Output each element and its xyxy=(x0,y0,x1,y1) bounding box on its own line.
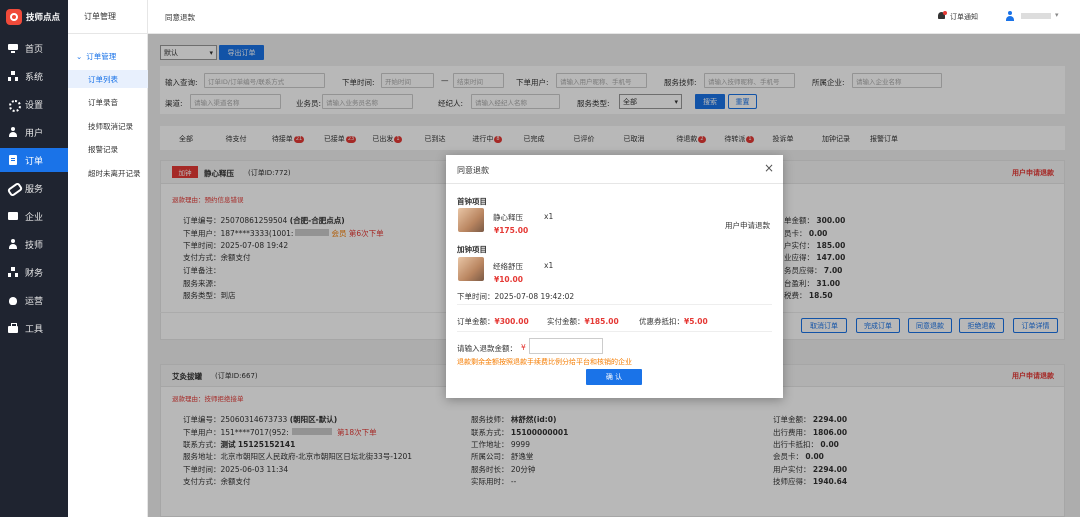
nav-item-system[interactable]: 系统 xyxy=(0,64,68,88)
fire-icon xyxy=(8,295,18,305)
user-icon[interactable] xyxy=(1005,11,1015,21)
first-item-price: ¥175.00 xyxy=(494,226,529,235)
field-label: 优惠券抵扣： xyxy=(639,317,684,326)
box-icon xyxy=(8,211,18,221)
nav-item-technician[interactable]: 技师 xyxy=(0,232,68,256)
first-item-qty: x1 xyxy=(544,212,554,221)
submenu-item-timeout-records[interactable]: 超时未离开记录 xyxy=(68,164,148,182)
extra-item-price: ¥10.00 xyxy=(494,275,523,284)
first-item-name: 静心释压 xyxy=(493,213,523,222)
nav-label: 系统 xyxy=(25,72,44,83)
field-value: ¥300.00 xyxy=(494,317,529,326)
user-icon xyxy=(8,239,18,249)
dialog-title: 同意退款 xyxy=(457,166,489,175)
nav-item-tools[interactable]: 工具 xyxy=(0,316,68,340)
order-time: 下单时间：2025-07-08 19:42:02 xyxy=(457,292,575,301)
gear-icon xyxy=(8,99,21,112)
submenu-item-order-list[interactable]: 订单列表 xyxy=(68,70,148,88)
nav-label: 用户 xyxy=(25,128,44,139)
field-value: ¥185.00 xyxy=(584,317,619,326)
nav-item-settings[interactable]: 设置 xyxy=(0,92,68,116)
nav-label: 企业 xyxy=(25,212,44,223)
service-thumbnail xyxy=(458,257,484,281)
sub-menu: 订单管理 ⌄ 订单管理 订单列表 订单录音 技师取消记录 报警记录 超时未离开记录 xyxy=(68,0,148,517)
nav-item-users[interactable]: 用户 xyxy=(0,120,68,144)
briefcase-icon xyxy=(8,323,18,333)
confirm-button[interactable]: 确 认 xyxy=(586,369,642,385)
logo-icon xyxy=(6,9,22,25)
nav-item-operations[interactable]: 运营 xyxy=(0,288,68,312)
desktop-icon xyxy=(8,43,18,53)
chevron-down-icon: ⌄ xyxy=(76,51,83,61)
nav-item-finance[interactable]: 财务 xyxy=(0,260,68,284)
nav-label: 首页 xyxy=(25,44,44,55)
field-label: 实付金额： xyxy=(547,317,585,326)
divider xyxy=(457,331,772,332)
nav-item-home[interactable]: 首页 xyxy=(0,36,68,60)
divider xyxy=(457,304,772,305)
refund-amount-input[interactable] xyxy=(529,338,603,354)
refund-hint: 退款剩余金额按照退款手续费比例分给平台和核销的企业 xyxy=(457,358,632,366)
submenu-group[interactable]: ⌄ 订单管理 xyxy=(68,47,148,65)
username[interactable] xyxy=(1021,13,1051,19)
nav-item-orders[interactable]: 订单 xyxy=(0,148,68,172)
close-icon[interactable]: × xyxy=(764,161,774,175)
refund-dialog: 同意退款 × 首钟项目 静心释压 x1 ¥175.00 用户申请退款 加钟项目 … xyxy=(446,155,783,398)
bell-icon[interactable] xyxy=(937,11,947,20)
user-icon xyxy=(8,127,18,137)
submenu-item-recordings[interactable]: 订单录音 xyxy=(68,93,148,111)
app-logo[interactable]: 技师点点 xyxy=(0,0,68,34)
field-label: 订单金额： xyxy=(457,317,495,326)
nav-label: 财务 xyxy=(25,268,44,279)
nav-item-company[interactable]: 企业 xyxy=(0,204,68,228)
nav-label: 工具 xyxy=(25,324,44,335)
submenu-item-cancel-records[interactable]: 技师取消记录 xyxy=(68,117,148,135)
currency-symbol: ¥ xyxy=(521,343,526,352)
extra-item-label: 加钟项目 xyxy=(457,245,487,254)
app-name: 技师点点 xyxy=(26,13,61,23)
nav-label: 订单 xyxy=(25,156,44,167)
extra-item-name: 经络舒压 xyxy=(493,262,523,271)
chevron-down-icon[interactable]: ▾ xyxy=(1055,11,1059,19)
service-thumbnail xyxy=(458,208,484,232)
coupon-deduction: 优惠券抵扣：¥5.00 xyxy=(639,316,708,327)
order-notification-link[interactable]: 订单通知 xyxy=(950,12,978,22)
field-value: ¥5.00 xyxy=(684,317,708,326)
nav-label: 技师 xyxy=(25,240,44,251)
extra-item-qty: x1 xyxy=(544,261,554,270)
order-total: 订单金额：¥300.00 xyxy=(457,316,529,327)
nav-label: 服务 xyxy=(25,184,44,195)
nav-label: 运营 xyxy=(25,296,44,307)
submenu-group-label: 订单管理 xyxy=(86,51,117,61)
submenu-header: 订单管理 xyxy=(68,0,148,34)
tree-icon xyxy=(8,71,18,81)
divider xyxy=(446,183,783,184)
document-icon xyxy=(8,155,18,165)
nav-label: 设置 xyxy=(25,100,44,111)
tree-icon xyxy=(8,267,18,277)
first-item-label: 首钟项目 xyxy=(457,197,487,206)
breadcrumb: 同意退款 xyxy=(165,13,195,22)
paid-amount: 实付金额：¥185.00 xyxy=(547,316,619,327)
link-icon xyxy=(8,183,18,193)
refund-request-note: 用户申请退款 xyxy=(725,221,770,230)
refund-amount-label: 请输入退款金额： xyxy=(457,344,517,353)
main-nav: 技师点点 首页 系统 设置 用户 订单 服务 企业 技师 财务 运营 工具 xyxy=(0,0,68,517)
top-bar: 同意退款 订单通知 ▾ xyxy=(148,0,1080,34)
submenu-item-alarm-records[interactable]: 报警记录 xyxy=(68,140,148,158)
nav-item-services[interactable]: 服务 xyxy=(0,176,68,200)
